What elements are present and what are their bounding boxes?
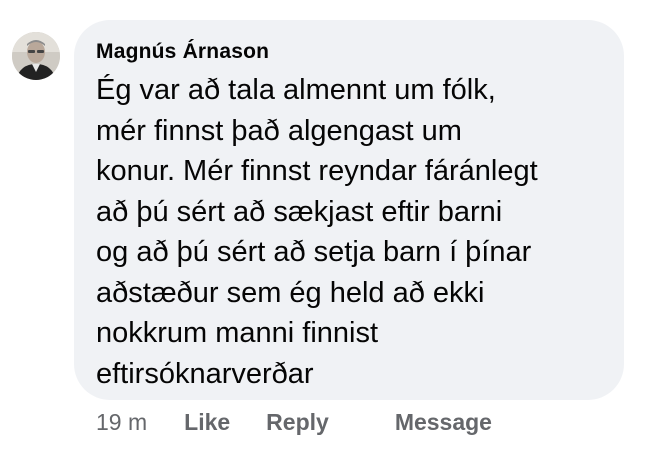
avatar[interactable] — [12, 32, 60, 80]
comment-bubble: Magnús Árnason Ég var að tala almennt um… — [74, 20, 624, 400]
reply-button[interactable]: Reply — [266, 409, 329, 436]
comment-author-name[interactable]: Magnús Árnason — [96, 40, 604, 64]
message-button[interactable]: Message — [395, 409, 492, 436]
like-button[interactable]: Like — [184, 409, 230, 436]
comment-timestamp[interactable]: 19 m — [96, 409, 147, 436]
user-avatar-photo-icon — [12, 32, 60, 80]
comment-text: Ég var að tala almennt um fólk, mér finn… — [96, 74, 538, 390]
comment-actions: 19 m Like Reply Message — [96, 406, 492, 438]
